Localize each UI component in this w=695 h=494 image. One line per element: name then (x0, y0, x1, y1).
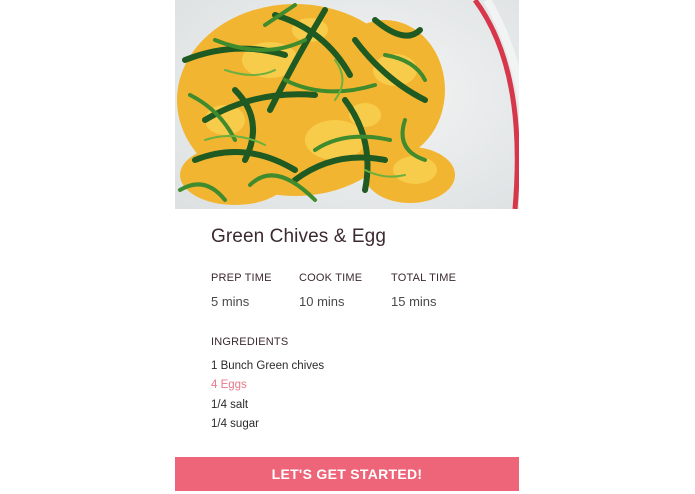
prep-time-label: PREP TIME (211, 272, 272, 284)
ingredient-item-highlighted[interactable]: 4 Eggs (211, 376, 324, 395)
ingredient-item: 1 Bunch Green chives (211, 360, 325, 372)
prep-time: PREP TIME 5 mins (211, 272, 272, 309)
ingredients-list: 1 Bunch Green chives 4 Eggs 1/4 salt 1/4… (211, 357, 324, 434)
get-started-button[interactable]: LET'S GET STARTED! (175, 457, 519, 491)
recipe-times: PREP TIME 5 mins COOK TIME 10 mins TOTAL… (211, 272, 491, 316)
cook-time-value: 10 mins (299, 294, 345, 309)
total-time: TOTAL TIME 15 mins (391, 272, 456, 309)
recipe-photo-illustration (175, 0, 519, 209)
prep-time-value: 5 mins (211, 294, 250, 309)
recipe-title: Green Chives & Egg (211, 226, 386, 247)
total-time-label: TOTAL TIME (391, 272, 457, 284)
total-time-value: 15 mins (391, 294, 437, 309)
recipe-card: Green Chives & Egg PREP TIME 5 mins COOK… (175, 0, 519, 494)
cook-time: COOK TIME 10 mins (299, 272, 362, 309)
cook-time-label: COOK TIME (299, 272, 363, 284)
recipe-photo (175, 0, 519, 209)
ingredients-heading: INGREDIENTS (211, 336, 289, 348)
ingredient-item: 1/4 salt (211, 398, 249, 411)
ingredient-item: 1/4 sugar (211, 417, 259, 430)
